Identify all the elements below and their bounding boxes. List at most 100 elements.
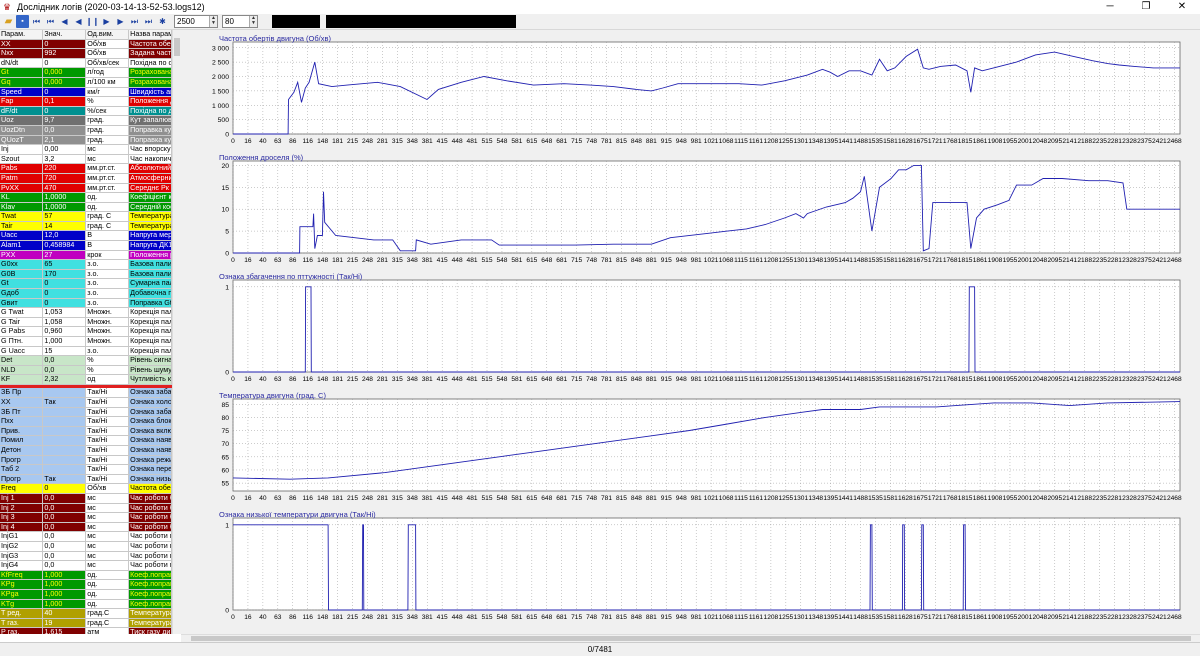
table-row[interactable]: Inj 3 0,0 мс Час роботи б bbox=[0, 512, 172, 523]
table-row[interactable]: Klav1,0000од.Середній коеф bbox=[0, 202, 172, 213]
table-row[interactable]: Patm720мм.рт.ст.Атмосферний bbox=[0, 173, 172, 184]
table-row[interactable]: Gq0,000л/100 кмРозрахована г bbox=[0, 77, 172, 88]
table-row[interactable]: P газ. 1,615 атм Тиск газу ди bbox=[0, 627, 172, 634]
table-row[interactable]: QUozT 2,1 град. Поправка кут bbox=[0, 135, 172, 146]
x-tick-label: 1768 bbox=[943, 138, 958, 145]
table-row[interactable]: ПрогрТакТак/НіОзнака низько bbox=[0, 474, 172, 485]
nav-button-7-icon[interactable]: ⏭ bbox=[128, 15, 141, 28]
table-row[interactable]: Speed0км/гШвидкість авт bbox=[0, 87, 172, 98]
window-size-spinner[interactable]: ▲▼ bbox=[174, 15, 218, 28]
nav-button-9-icon[interactable]: ✱ bbox=[156, 15, 169, 28]
table-row[interactable]: PvXX 470 мм.рт.ст. Середнє Рк н bbox=[0, 183, 172, 194]
table-row[interactable]: InjG40,0мсЧас роботи га bbox=[0, 560, 172, 571]
table-row[interactable]: G0xx 65 з.о. Базова палив bbox=[0, 259, 172, 270]
maximize-button[interactable]: ❐ bbox=[1128, 0, 1164, 14]
table-row[interactable]: KPg1,000од.Коеф.поправк bbox=[0, 579, 172, 590]
table-row[interactable]: T газ. 19 град.С Температура bbox=[0, 618, 172, 629]
nav-button-3-icon[interactable]: ◀ bbox=[72, 15, 85, 28]
table-row[interactable]: Alam1 0,458984 В Напруга ДК1 bbox=[0, 240, 172, 251]
table-row[interactable]: Fap0,1%Положення др bbox=[0, 96, 172, 107]
table-row[interactable]: Таб 2 Так/Ні Ознака перек bbox=[0, 464, 172, 475]
parameters-scrollbar[interactable] bbox=[172, 30, 181, 634]
column-header[interactable]: Од.вим. bbox=[85, 30, 130, 40]
table-row[interactable]: Помил Так/Ні Ознака наявн bbox=[0, 435, 172, 447]
x-tick-label: 1581 bbox=[883, 376, 898, 383]
table-row[interactable]: G0B 170 з.о. Базова палив bbox=[0, 269, 172, 280]
scrollbar-thumb[interactable] bbox=[174, 38, 180, 56]
table-row[interactable]: Gвит0з.о.Поправка Gt г bbox=[0, 298, 172, 309]
spinner-arrows-icon[interactable]: ▲ ▼ bbox=[249, 16, 257, 27]
save-disk-icon[interactable]: ▪ bbox=[16, 15, 29, 28]
open-folder-icon[interactable]: ▰ bbox=[2, 15, 15, 28]
table-row[interactable]: Inj 2 0,0 мс Час роботи б bbox=[0, 503, 172, 514]
table-row[interactable]: Det 0,0% Рівень сигна bbox=[0, 355, 172, 366]
table-row[interactable]: InjG10,0мсЧас роботи га bbox=[0, 531, 172, 542]
table-row[interactable]: InjG20,0мсЧас роботи га bbox=[0, 541, 172, 552]
title-bar: ♛ Дослідник логів (2020-03-14-13-52-53.l… bbox=[0, 0, 1200, 14]
table-row[interactable]: Gt0,000л/годРозрахована г bbox=[0, 67, 172, 78]
horizontal-scrollbar[interactable] bbox=[181, 634, 1200, 642]
nav-button-5-icon[interactable]: ▶ bbox=[100, 15, 113, 28]
minimize-button[interactable]: ─ bbox=[1092, 0, 1128, 14]
column-header[interactable]: Парам. bbox=[0, 30, 44, 40]
table-row[interactable]: KF 2,32 од Чутливість ка bbox=[0, 374, 172, 385]
table-row[interactable]: G Pabs 0,960 Множн. Корекція пал bbox=[0, 326, 172, 337]
window-size-input[interactable] bbox=[175, 16, 209, 27]
nav-button-8-icon[interactable]: ⏭ bbox=[142, 15, 155, 28]
table-row[interactable]: ЗБ Пт Так/НіОзнака забага bbox=[0, 407, 172, 418]
scrollbar-thumb[interactable] bbox=[191, 636, 1191, 641]
table-row[interactable]: Gдоб0з.о.Добавочна па bbox=[0, 288, 172, 299]
table-row[interactable]: dF/dt0%/секПохідна по др bbox=[0, 106, 172, 117]
step-spinner[interactable]: ▲▼ bbox=[222, 15, 258, 28]
table-row[interactable]: Uacc12,0ВНапруга мере bbox=[0, 230, 172, 242]
table-row[interactable]: Прогр Так/НіОзнака режим bbox=[0, 455, 172, 466]
table-row[interactable]: Inj 0,00 мс Час впорскув bbox=[0, 144, 172, 155]
table-row[interactable]: G Птн. 1,000 Множн. Корекція пал bbox=[0, 336, 172, 347]
step-input[interactable] bbox=[223, 16, 249, 27]
table-row[interactable]: dN/dt0Об/хв/секПохідна по об bbox=[0, 58, 172, 69]
table-row[interactable]: Пхх Так/Ні Ознака блоку bbox=[0, 416, 172, 427]
nav-button-4-icon[interactable]: ❙❙ bbox=[86, 15, 99, 28]
nav-button-6-icon[interactable]: ▶ bbox=[114, 15, 127, 28]
table-row[interactable]: Прив. Так/НіОзнака включ bbox=[0, 426, 172, 437]
spinner-arrows-icon[interactable]: ▲ ▼ bbox=[209, 16, 217, 27]
x-tick-label: 1255 bbox=[779, 495, 794, 502]
table-row[interactable]: T ред. 40 град.С Температура bbox=[0, 608, 172, 619]
table-row[interactable]: NLD 0,0% Рівень шуму bbox=[0, 365, 172, 376]
table-row[interactable]: Szout 3,2 мс Час накопиче bbox=[0, 154, 172, 165]
table-row[interactable]: G Twat 1,053 Множн. Корекція пал bbox=[0, 307, 172, 318]
table-row[interactable]: Freq0Об/хвЧастота оберт bbox=[0, 483, 172, 494]
table-row[interactable]: Gt0з.о.Сумарна пали bbox=[0, 278, 172, 290]
table-row[interactable]: XX Так Так/Ні Ознака холос bbox=[0, 397, 172, 408]
x-tick-label: 2048 bbox=[1033, 495, 1048, 502]
table-row[interactable]: ЗБ Пр Так/НіОзнака забага bbox=[0, 388, 172, 399]
table-row[interactable]: Uoz 9,7 град. Кут запалюва bbox=[0, 115, 172, 126]
table-row[interactable]: KL 1,0000 од. Коефіцієнт ко bbox=[0, 192, 172, 203]
table-row[interactable]: Nxx992Об/хвЗадана частот bbox=[0, 48, 172, 59]
table-row[interactable]: Tair14град. СТемпература г bbox=[0, 221, 172, 232]
table-row[interactable]: G Tair 1,058 Множн. Корекція пал bbox=[0, 317, 172, 328]
x-tick-label: 948 bbox=[676, 138, 687, 145]
table-row[interactable]: PXX27крокПоложення ре bbox=[0, 250, 172, 261]
x-tick-label: 1208 bbox=[764, 614, 779, 621]
table-row[interactable]: KfFreq1,000од.Коеф.поправк bbox=[0, 570, 172, 581]
table-row[interactable]: KTg1,000од.Коеф.поправк bbox=[0, 599, 172, 610]
x-tick-label: 1581 bbox=[883, 138, 898, 145]
table-row[interactable]: Детон Так/Ні Ознака наявн bbox=[0, 445, 172, 456]
nav-button-0-icon[interactable]: ⏮ bbox=[30, 15, 43, 28]
table-row[interactable]: KPga1,000од.Коеф.поправк bbox=[0, 589, 172, 600]
nav-button-1-icon[interactable]: ⏮ bbox=[44, 15, 57, 28]
table-row[interactable]: G Uacc 15 з.о. Корекція пал bbox=[0, 346, 172, 357]
param-name: Uoz bbox=[0, 115, 44, 126]
table-row[interactable]: Pabs220мм.рт.ст.Абсолютний т bbox=[0, 163, 172, 174]
table-row[interactable]: UozDtn 0,0 град. Поправка кут bbox=[0, 125, 172, 136]
column-header[interactable]: Назва параме bbox=[128, 30, 172, 40]
nav-button-2-icon[interactable]: ◀ bbox=[58, 15, 71, 28]
table-row[interactable]: Twat 57 град. С Температура bbox=[0, 211, 172, 222]
table-row[interactable]: Inj 1 0,0 мс Час роботи б bbox=[0, 493, 172, 504]
column-header[interactable]: Знач. bbox=[42, 30, 87, 40]
table-row[interactable]: InjG30,0мсЧас роботи га bbox=[0, 551, 172, 562]
close-button[interactable]: ✕ bbox=[1164, 0, 1200, 14]
table-row[interactable]: XX0Об/хвЧастота оберт bbox=[0, 39, 172, 50]
table-row[interactable]: Inj 4 0,0 мс Час роботи б bbox=[0, 522, 172, 533]
